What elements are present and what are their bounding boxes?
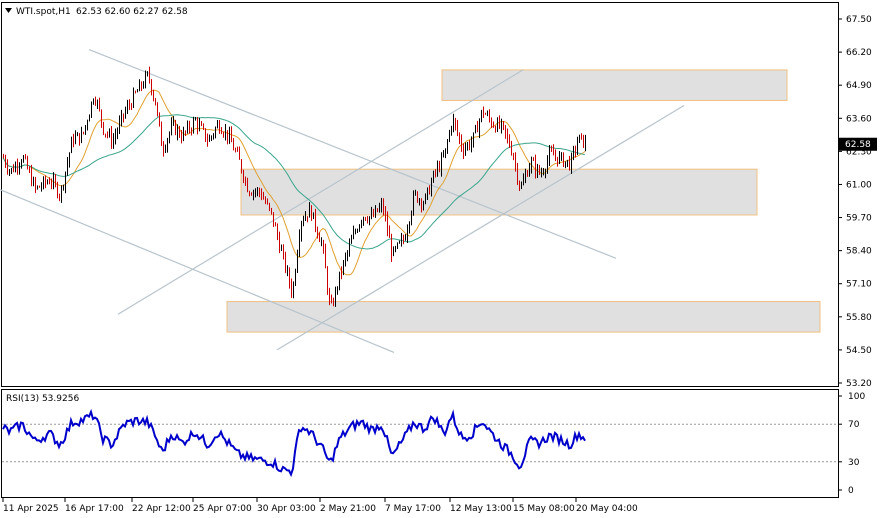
rsi-tick-label: 30 xyxy=(848,458,860,468)
time-tick-label: 12 May 13:00 xyxy=(450,504,512,514)
time-tick-label: 22 Apr 12:00 xyxy=(132,504,191,514)
price-zone xyxy=(441,69,788,101)
price-axis[interactable]: 67.5066.2064.9063.6062.3061.0059.7058.40… xyxy=(838,15,872,389)
time-tick-label: 20 May 04:00 xyxy=(576,504,638,514)
time-tick-label: 15 May 08:00 xyxy=(513,504,575,514)
rsi-tick-label: 100 xyxy=(848,392,865,402)
price-chart[interactable]: WTI.spot,H1 62.53 62.60 62.27 62.58 67.5… xyxy=(0,0,881,518)
price-zone xyxy=(240,168,758,216)
price-tick-label: 64.90 xyxy=(846,81,872,91)
time-tick-label: 25 Apr 07:00 xyxy=(193,504,252,514)
price-tick-label: 63.60 xyxy=(846,114,872,124)
symbol-label[interactable]: WTI.spot,H1 xyxy=(16,7,71,17)
time-tick-label: 2 May 21:00 xyxy=(320,504,376,514)
time-tick-label: 7 May 17:00 xyxy=(385,504,441,514)
time-tick-label: 16 Apr 17:00 xyxy=(65,504,124,514)
price-tick-label: 53.20 xyxy=(846,379,872,389)
price-tick-label: 59.70 xyxy=(846,214,872,224)
price-zone xyxy=(226,301,821,333)
time-tick-label: 11 Apr 2025 xyxy=(3,504,59,514)
price-tick-label: 67.50 xyxy=(846,15,872,25)
last-price-tag: 62.58 xyxy=(839,137,877,151)
rsi-tick-label: 70 xyxy=(848,420,860,430)
price-tick-label: 57.10 xyxy=(846,280,872,290)
price-tick-label: 54.50 xyxy=(846,346,872,356)
price-tick-label: 58.40 xyxy=(846,247,872,257)
time-axis[interactable]: 11 Apr 2025 16 Apr 17:00 22 Apr 12:00 25 Ap… xyxy=(2,498,638,514)
last-price-value: 62.58 xyxy=(845,140,871,150)
rsi-axis: 100 70 30 0 xyxy=(838,392,865,496)
rsi-tick-label: 0 xyxy=(848,486,854,496)
price-tick-label: 66.20 xyxy=(846,48,872,58)
rsi-panel-frame xyxy=(1,389,839,498)
price-tick-label: 61.00 xyxy=(846,180,872,190)
ohlc-values: 62.53 62.60 62.27 62.58 xyxy=(76,7,188,17)
price-tick-label: 55.80 xyxy=(846,313,872,323)
rsi-label: RSI(13) 53.9256 xyxy=(6,394,79,404)
time-tick-label: 30 Apr 03:00 xyxy=(257,504,316,514)
